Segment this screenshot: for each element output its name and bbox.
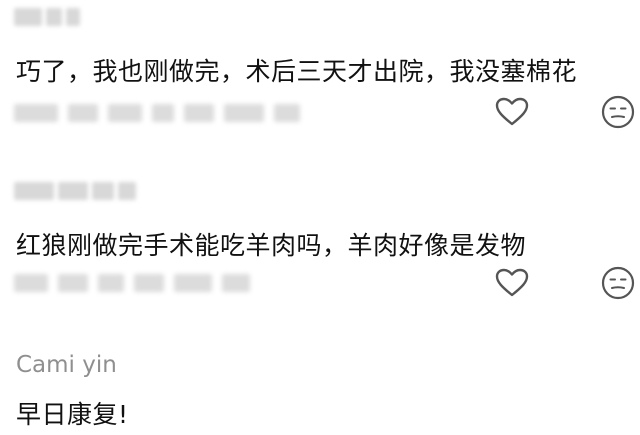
username[interactable]: Cami yin xyxy=(16,352,117,378)
comment-item: Cami yin 早日康复! xyxy=(0,0,640,435)
comment-text: 早日康复! xyxy=(16,400,129,429)
